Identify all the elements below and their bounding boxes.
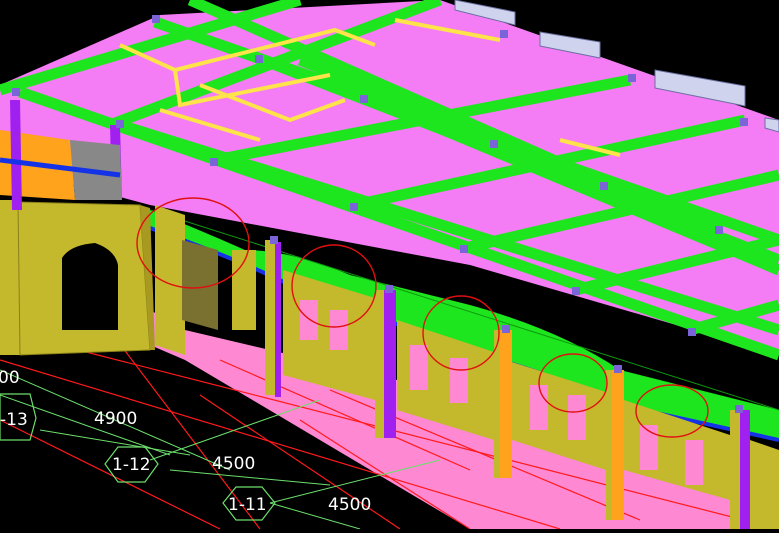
axis-label-1-11: 1-11 bbox=[228, 495, 267, 515]
dimension-label-4900: 4900 bbox=[94, 409, 137, 429]
model-3d-viewport[interactable]: 00 -13 4900 1-12 4500 1-11 4500 bbox=[0, 0, 779, 530]
axis-label-1-13: -13 bbox=[0, 410, 28, 430]
dimension-label-4500-a: 4500 bbox=[212, 454, 255, 474]
dimension-label-4500-b: 4500 bbox=[328, 495, 371, 515]
grid-label-partial: 00 bbox=[0, 368, 20, 388]
structure-model-drawing: 00 -13 4900 1-12 4500 1-11 4500 bbox=[0, 0, 779, 530]
axis-label-1-12: 1-12 bbox=[112, 455, 151, 475]
